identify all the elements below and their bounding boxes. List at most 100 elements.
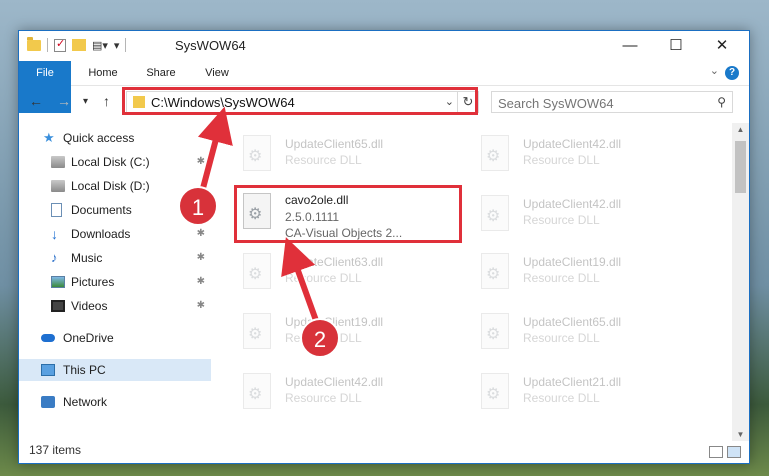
pin-icon: ✱ xyxy=(196,276,205,287)
download-icon: ↓ xyxy=(51,226,58,242)
expand-ribbon-icon[interactable]: ⌄ xyxy=(710,64,719,77)
recent-locations-icon[interactable]: ▾ xyxy=(83,96,88,107)
file-item[interactable]: UpdateClient19.dll Resource DLL xyxy=(473,247,698,299)
forward-arrow-icon[interactable]: → xyxy=(57,93,71,109)
file-name: UpdateClient42.dll xyxy=(285,375,384,389)
file-name: UpdateClient19.dll xyxy=(523,255,622,269)
this-pc-icon xyxy=(41,364,55,376)
chevron-down-icon[interactable]: ▾ xyxy=(114,39,120,52)
sidebar-item-onedrive[interactable]: OneDrive xyxy=(19,327,211,349)
pin-icon: ✱ xyxy=(196,228,205,239)
file-type: Resource DLL xyxy=(523,331,600,345)
pin-icon: ✱ xyxy=(196,300,205,311)
divider xyxy=(125,38,127,52)
step-badge-2: 2 xyxy=(300,318,340,358)
help-icon[interactable]: ? xyxy=(725,66,739,80)
file-name: UpdateClient63.dll xyxy=(285,255,384,269)
tab-share[interactable]: Share xyxy=(137,61,185,85)
file-item[interactable]: UpdateClient65.dll Resource DLL xyxy=(473,307,698,359)
onedrive-icon xyxy=(41,334,55,342)
file-type: Resource DLL xyxy=(285,153,362,167)
dll-file-icon xyxy=(243,253,271,289)
window-title: SysWOW64 xyxy=(175,38,246,53)
sidebar-item-downloads[interactable]: ↓ Downloads ✱ xyxy=(19,223,211,245)
scroll-up-icon[interactable]: ▲ xyxy=(732,125,749,134)
file-highlight-box xyxy=(234,185,462,243)
sidebar-item-pictures[interactable]: Pictures ✱ xyxy=(19,271,211,293)
properties-icon[interactable] xyxy=(54,37,66,52)
file-name: UpdateClient42.dll xyxy=(523,197,622,211)
new-folder-icon[interactable] xyxy=(72,39,86,51)
sidebar-item-quick-access[interactable]: ★ Quick access xyxy=(19,127,211,149)
dll-file-icon xyxy=(481,135,509,171)
sidebar-item-label: Documents xyxy=(71,203,132,217)
sidebar-item-videos[interactable]: Videos ✱ xyxy=(19,295,211,317)
star-icon: ★ xyxy=(43,130,55,145)
pin-icon: ✱ xyxy=(196,252,205,263)
sidebar-item-label: Quick access xyxy=(63,131,135,145)
step-badge-1: 1 xyxy=(178,186,218,226)
customize-toolbar-icon[interactable]: ▤▾ xyxy=(92,39,108,52)
sidebar-item-network[interactable]: Network xyxy=(19,391,211,413)
file-type: Resource DLL xyxy=(285,271,362,285)
sidebar-item-label: Downloads xyxy=(71,227,131,241)
file-name: UpdateClient65.dll xyxy=(523,315,622,329)
up-arrow-icon[interactable]: ↑ xyxy=(103,93,110,109)
maximize-button[interactable]: ☐ xyxy=(653,31,699,61)
file-name: UpdateClient65.dll xyxy=(285,137,384,151)
item-count: 137 items xyxy=(29,443,82,457)
pin-icon: ✱ xyxy=(196,156,205,167)
dll-file-icon xyxy=(481,195,509,231)
sidebar-item-label: Network xyxy=(63,395,108,409)
minimize-button[interactable]: — xyxy=(607,31,653,61)
file-item[interactable]: UpdateClient63.dll Resource DLL xyxy=(235,247,460,299)
vertical-scrollbar[interactable]: ▲ ▼ xyxy=(732,123,749,441)
sidebar-item-label: OneDrive xyxy=(63,331,114,345)
title-bar: ▤▾ ▾ SysWOW64 — ☐ ✕ xyxy=(19,31,749,61)
file-item[interactable]: UpdateClient42.dll Resource DLL xyxy=(473,189,698,241)
ribbon-tabs: File Home Share View ⌄ ? xyxy=(19,61,749,113)
scroll-down-icon[interactable]: ▼ xyxy=(732,430,749,439)
close-button[interactable]: ✕ xyxy=(699,31,745,61)
large-icons-view-icon[interactable] xyxy=(727,446,741,458)
tab-home[interactable]: Home xyxy=(79,61,127,85)
sidebar-item-local-disk-c[interactable]: Local Disk (C:) ✱ xyxy=(19,151,211,173)
address-highlight-box xyxy=(122,87,478,115)
pictures-icon xyxy=(51,276,65,288)
details-view-icon[interactable] xyxy=(709,446,723,458)
file-name: UpdateClient21.dll xyxy=(523,375,622,389)
file-item[interactable]: UpdateClient21.dll Resource DLL xyxy=(473,367,698,419)
sidebar-item-music[interactable]: ♪ Music ✱ xyxy=(19,247,211,269)
dll-file-icon xyxy=(243,373,271,409)
back-arrow-icon[interactable]: ← xyxy=(29,93,43,109)
sidebar-item-label: Pictures xyxy=(71,275,115,289)
file-type: Resource DLL xyxy=(523,271,600,285)
folder-icon xyxy=(27,36,41,51)
file-item[interactable]: UpdateClient19.dll Resource DLL xyxy=(235,307,460,359)
dll-file-icon xyxy=(481,313,509,349)
documents-icon xyxy=(51,203,62,217)
file-type: Resource DLL xyxy=(523,213,600,227)
scrollbar-thumb[interactable] xyxy=(735,141,746,193)
search-box[interactable]: ⚲ xyxy=(491,91,733,113)
sidebar-item-label: Music xyxy=(71,251,103,265)
music-icon: ♪ xyxy=(51,250,58,265)
file-type: Resource DLL xyxy=(523,391,600,405)
file-type: Resource DLL xyxy=(285,391,362,405)
sidebar-item-label: This PC xyxy=(63,363,106,377)
tab-view[interactable]: View xyxy=(193,61,241,85)
dll-file-icon xyxy=(481,253,509,289)
file-item[interactable]: UpdateClient42.dll Resource DLL xyxy=(473,129,698,181)
disk-icon xyxy=(51,180,65,192)
sidebar-item-this-pc[interactable]: This PC xyxy=(19,359,211,381)
search-icon[interactable]: ⚲ xyxy=(717,95,726,109)
file-type: Resource DLL xyxy=(523,153,600,167)
dll-file-icon xyxy=(481,373,509,409)
file-item[interactable]: UpdateClient42.dll Resource DLL xyxy=(235,367,460,419)
file-list: UpdateClient65.dll Resource DLL cavo2ole… xyxy=(225,123,719,439)
search-input[interactable] xyxy=(496,94,705,112)
navigation-pane: ★ Quick access Local Disk (C:) ✱ Local D… xyxy=(19,127,211,435)
file-item[interactable]: UpdateClient65.dll Resource DLL xyxy=(235,129,460,181)
dll-file-icon xyxy=(243,135,271,171)
network-icon xyxy=(41,396,55,408)
